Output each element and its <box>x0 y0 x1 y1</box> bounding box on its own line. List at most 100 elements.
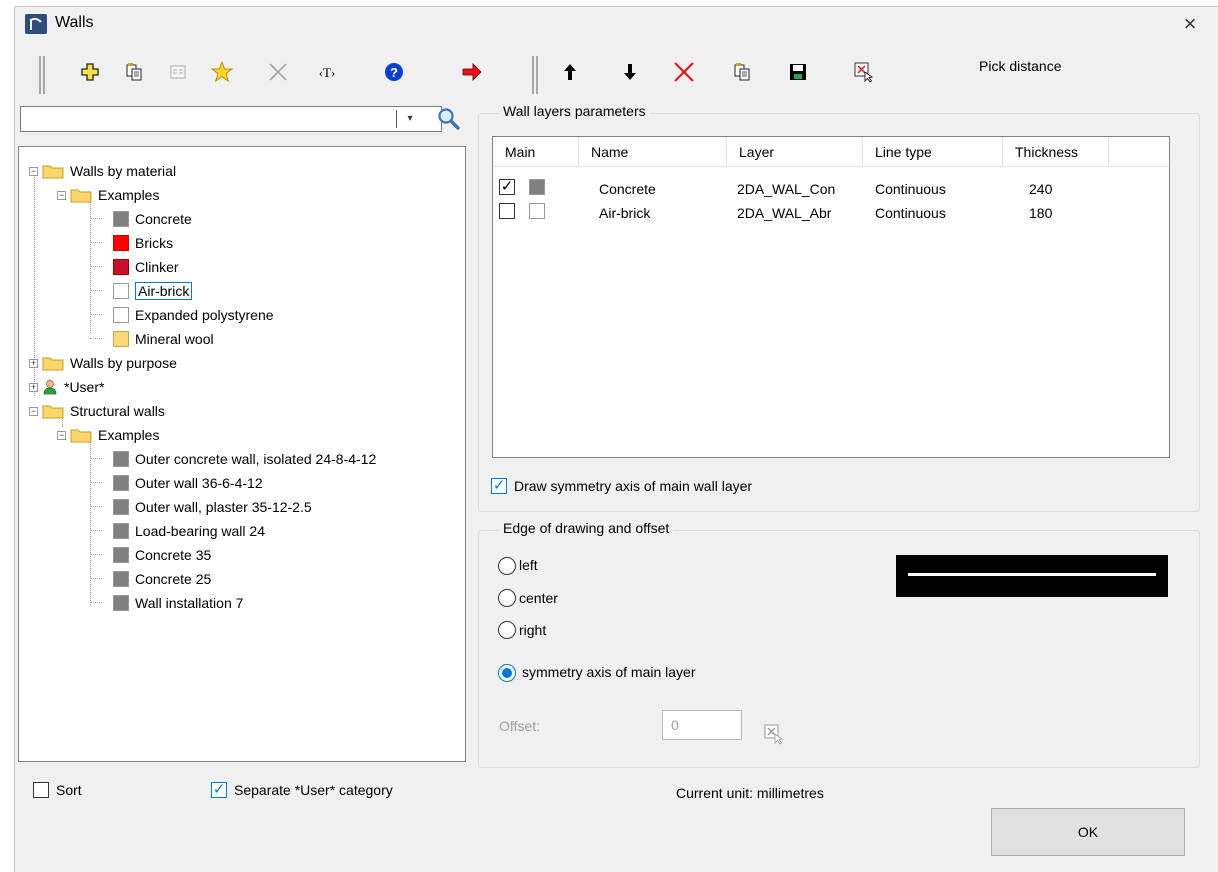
copy-layer-icon[interactable] <box>730 60 754 84</box>
main-layer-checkbox[interactable]: ✓ <box>499 179 515 195</box>
tree-item-expanded-polystyrene[interactable]: Expanded polystyrene <box>113 304 274 326</box>
radio-center[interactable] <box>498 589 516 607</box>
tree-item-outer-wall-36[interactable]: Outer wall 36-6-4-12 <box>113 472 263 494</box>
tree-item-concrete-25[interactable]: Concrete 25 <box>113 568 211 590</box>
tree-item-concrete[interactable]: Concrete <box>113 208 192 230</box>
properties-icon[interactable] <box>166 60 190 84</box>
tree-item-outer-wall-plaster[interactable]: Outer wall, plaster 35-12-2.5 <box>113 496 312 518</box>
radio-left[interactable] <box>498 557 516 575</box>
layer-thickness: 240 <box>1029 181 1053 197</box>
app-icon <box>25 14 47 34</box>
folder-icon <box>42 403 64 419</box>
layer-layer: 2DA_WAL_Con <box>737 181 836 197</box>
offset-input[interactable]: 0 <box>662 710 742 740</box>
radio-symmetry-axis-label: symmetry axis of main layer <box>522 664 696 680</box>
color-swatch <box>113 523 129 539</box>
tree-node-walls-by-material[interactable]: − Walls by material <box>29 160 176 182</box>
tree-item-clinker[interactable]: Clinker <box>113 256 179 278</box>
folder-icon <box>70 427 92 443</box>
offset-label: Offset: <box>499 718 540 734</box>
tree-item-mineral-wool[interactable]: Mineral wool <box>113 328 214 350</box>
tree-node-walls-by-purpose[interactable]: + Walls by purpose <box>29 352 177 374</box>
delete-layer-icon[interactable] <box>672 60 696 84</box>
separate-user-checkbox[interactable]: ✓ <box>211 782 227 798</box>
separate-user-label: Separate *User* category <box>234 782 393 798</box>
favorite-star-icon[interactable] <box>210 60 234 84</box>
delete-x-icon[interactable] <box>266 60 290 84</box>
tree-item-concrete-35[interactable]: Concrete 35 <box>113 544 211 566</box>
layer-color-swatch <box>529 203 545 219</box>
add-icon[interactable] <box>78 60 102 84</box>
transfer-arrow-icon[interactable] <box>460 60 484 84</box>
layer-line-type: Continuous <box>875 205 946 221</box>
toolbar-grip[interactable] <box>39 56 45 94</box>
draw-symmetry-checkbox[interactable]: ✓ <box>491 478 507 494</box>
svg-text:‹T›: ‹T› <box>319 65 336 80</box>
tree-item-bricks[interactable]: Bricks <box>113 232 173 254</box>
radio-left-label: left <box>519 557 538 573</box>
tree-node-user[interactable]: + *User* <box>29 376 104 398</box>
wall-library-tree[interactable]: − Walls by material − Examples Concrete … <box>18 146 466 762</box>
collapse-icon[interactable]: − <box>29 406 38 416</box>
color-swatch <box>113 211 129 227</box>
grid-header: Main Name Layer Line type Thickness <box>493 137 1169 167</box>
column-name[interactable]: Name <box>579 137 727 167</box>
toolbar-grip[interactable] <box>532 56 538 94</box>
sort-checkbox[interactable] <box>33 782 49 798</box>
radio-right[interactable] <box>498 621 516 639</box>
radio-symmetry-axis[interactable] <box>498 664 516 682</box>
tree-item-wall-installation[interactable]: Wall installation 7 <box>113 592 243 614</box>
search-icon[interactable] <box>436 106 462 132</box>
collapse-icon[interactable]: − <box>57 190 66 200</box>
layer-name: Air-brick <box>599 205 651 221</box>
folder-icon <box>70 187 92 203</box>
expand-icon[interactable]: + <box>29 382 38 392</box>
folder-icon <box>42 163 64 179</box>
color-swatch <box>113 547 129 563</box>
layer-layer: 2DA_WAL_Abr <box>737 205 832 221</box>
collapse-icon[interactable]: − <box>57 430 66 440</box>
pick-icon[interactable] <box>852 60 876 84</box>
column-thickness[interactable]: Thickness <box>1003 137 1109 167</box>
move-up-icon[interactable] <box>558 60 582 84</box>
column-main[interactable]: Main <box>493 137 579 167</box>
layer-row[interactable]: ✓ Concrete 2DA_WAL_Con Continuous 240 <box>493 178 1169 202</box>
wall-layers-title: Wall layers parameters <box>499 103 650 119</box>
layer-name: Concrete <box>599 181 656 197</box>
layer-color-swatch <box>529 179 545 195</box>
tree-item-label: Wall installation 7 <box>135 595 244 611</box>
column-line-type[interactable]: Line type <box>863 137 1003 167</box>
help-icon[interactable]: ? <box>382 60 406 84</box>
save-icon[interactable] <box>786 60 810 84</box>
tree-node-examples[interactable]: − Examples <box>57 184 159 206</box>
tree-item-label: Expanded polystyrene <box>135 307 274 323</box>
tree-item-label: Mineral wool <box>135 331 214 347</box>
tree-item-load-bearing-wall[interactable]: Load-bearing wall 24 <box>113 520 265 542</box>
layer-row[interactable]: Air-brick 2DA_WAL_Abr Continuous 180 <box>493 202 1169 226</box>
expand-icon[interactable]: + <box>29 358 38 368</box>
tree-item-outer-concrete-wall[interactable]: Outer concrete wall, isolated 24-8-4-12 <box>113 448 376 470</box>
ok-button[interactable]: OK <box>991 808 1185 856</box>
tree-node-structural-walls[interactable]: − Structural walls <box>29 400 165 422</box>
tree-item-label: Concrete <box>135 211 192 227</box>
tree-node-label: Walls by material <box>70 163 177 179</box>
search-dropdown-icon[interactable]: ▾ <box>403 112 417 126</box>
search-input[interactable] <box>20 106 442 132</box>
tree-item-label: Outer concrete wall, isolated 24-8-4-12 <box>135 451 377 467</box>
move-down-icon[interactable] <box>618 60 642 84</box>
preview-axis-line <box>908 573 1156 576</box>
column-layer[interactable]: Layer <box>727 137 863 167</box>
title-bar: Walls × <box>15 7 1218 41</box>
collapse-icon[interactable]: − <box>29 166 38 176</box>
layers-grid[interactable]: Main Name Layer Line type Thickness ✓ Co… <box>492 136 1170 458</box>
tree-node-label: *User* <box>64 379 105 395</box>
pick-offset-icon[interactable] <box>762 722 786 746</box>
tree-item-air-brick[interactable]: Air-brick <box>113 280 193 302</box>
tree-item-label: Bricks <box>135 235 174 251</box>
pick-distance-label[interactable]: Pick distance <box>979 58 1061 74</box>
close-icon[interactable]: × <box>1178 11 1202 37</box>
main-layer-checkbox[interactable] <box>499 203 515 219</box>
tree-node-examples-structural[interactable]: − Examples <box>57 424 159 446</box>
copy-icon[interactable] <box>122 60 146 84</box>
rename-text-icon[interactable]: ‹T› <box>312 60 342 84</box>
